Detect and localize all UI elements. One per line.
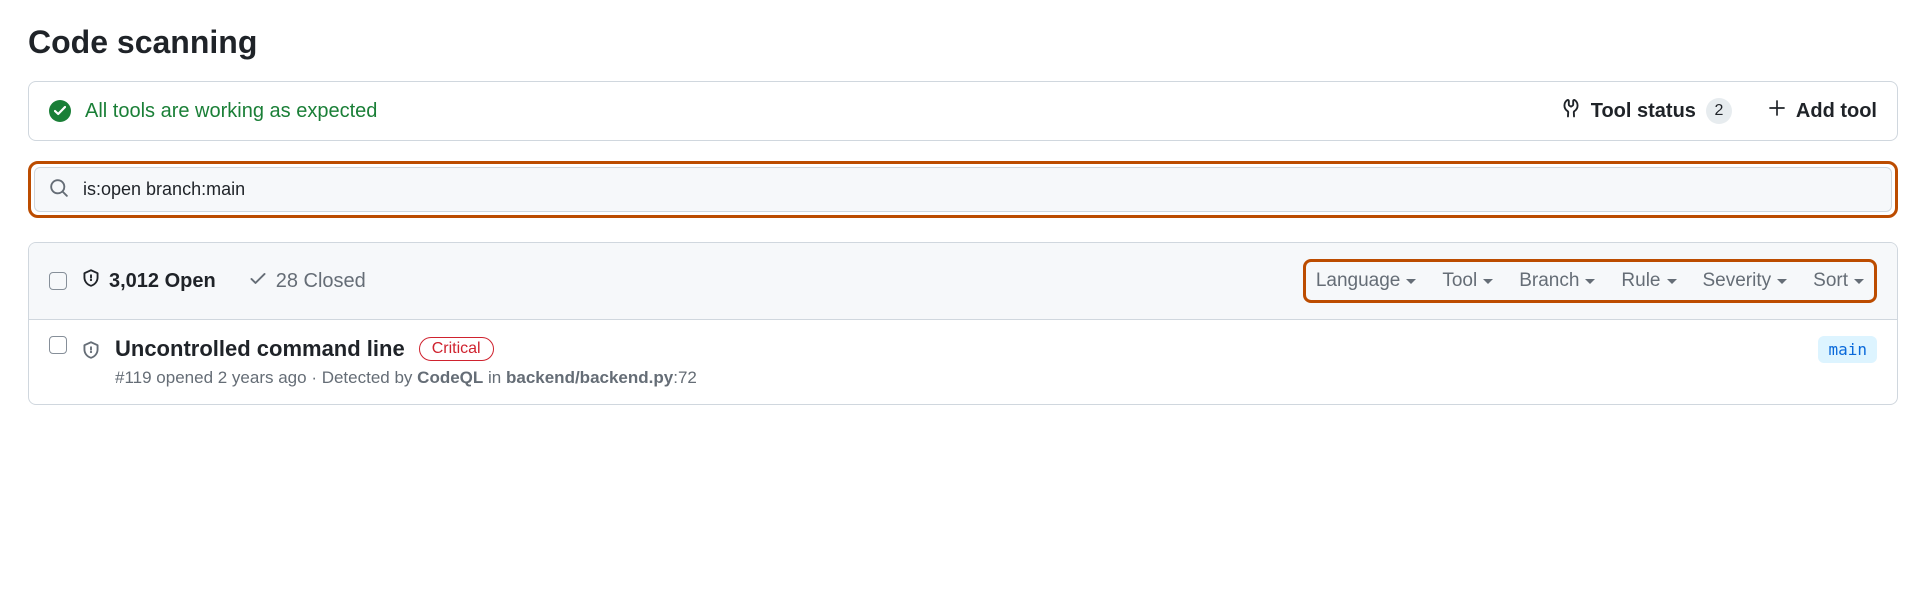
status-message: All tools are working as expected	[85, 100, 377, 123]
add-tool-label: Add tool	[1796, 100, 1877, 123]
closed-tab[interactable]: 28 Closed	[248, 268, 366, 294]
select-all-checkbox[interactable]	[49, 272, 67, 290]
row-checkbox[interactable]	[49, 336, 67, 354]
filter-tool[interactable]: Tool	[1442, 270, 1493, 292]
caret-down-icon	[1585, 279, 1595, 284]
check-icon	[248, 268, 268, 294]
caret-down-icon	[1667, 279, 1677, 284]
alert-title: Uncontrolled command line	[115, 336, 405, 362]
tool-status-count: 2	[1706, 98, 1732, 124]
caret-down-icon	[1406, 279, 1416, 284]
closed-count-label: 28 Closed	[276, 270, 366, 293]
open-tab[interactable]: 3,012 Open	[81, 268, 216, 294]
alert-meta: #119 opened 2 years ago · Detected by Co…	[115, 368, 1804, 388]
add-tool-button[interactable]: Add tool	[1768, 99, 1877, 123]
open-count-label: 3,012 Open	[109, 270, 216, 293]
search-input[interactable]	[81, 178, 1877, 201]
shield-alert-icon	[81, 268, 101, 294]
severity-badge: Critical	[419, 337, 494, 361]
alert-row[interactable]: Uncontrolled command line Critical #119 …	[29, 320, 1897, 404]
filter-sort[interactable]: Sort	[1813, 270, 1864, 292]
alerts-list: 3,012 Open 28 Closed Language Tool Branc…	[28, 242, 1898, 405]
filter-severity[interactable]: Severity	[1703, 270, 1788, 292]
search-box[interactable]	[34, 167, 1892, 212]
tool-status-label: Tool status	[1591, 100, 1696, 123]
filters-highlight: Language Tool Branch Rule Severity Sort	[1303, 259, 1877, 303]
page-title: Code scanning	[28, 24, 1898, 61]
shield-alert-icon	[81, 340, 101, 363]
search-icon	[49, 178, 69, 201]
filter-branch[interactable]: Branch	[1519, 270, 1595, 292]
caret-down-icon	[1777, 279, 1787, 284]
filter-language[interactable]: Language	[1316, 270, 1417, 292]
branch-badge: main	[1818, 336, 1877, 363]
list-header: 3,012 Open 28 Closed Language Tool Branc…	[29, 243, 1897, 320]
check-circle-icon	[49, 100, 71, 122]
caret-down-icon	[1483, 279, 1493, 284]
plus-icon	[1768, 99, 1786, 123]
tools-icon	[1561, 98, 1581, 124]
caret-down-icon	[1854, 279, 1864, 284]
status-bar: All tools are working as expected Tool s…	[28, 81, 1898, 141]
tool-status-link[interactable]: Tool status 2	[1561, 98, 1732, 124]
filter-rule[interactable]: Rule	[1621, 270, 1676, 292]
search-highlight	[28, 161, 1898, 218]
